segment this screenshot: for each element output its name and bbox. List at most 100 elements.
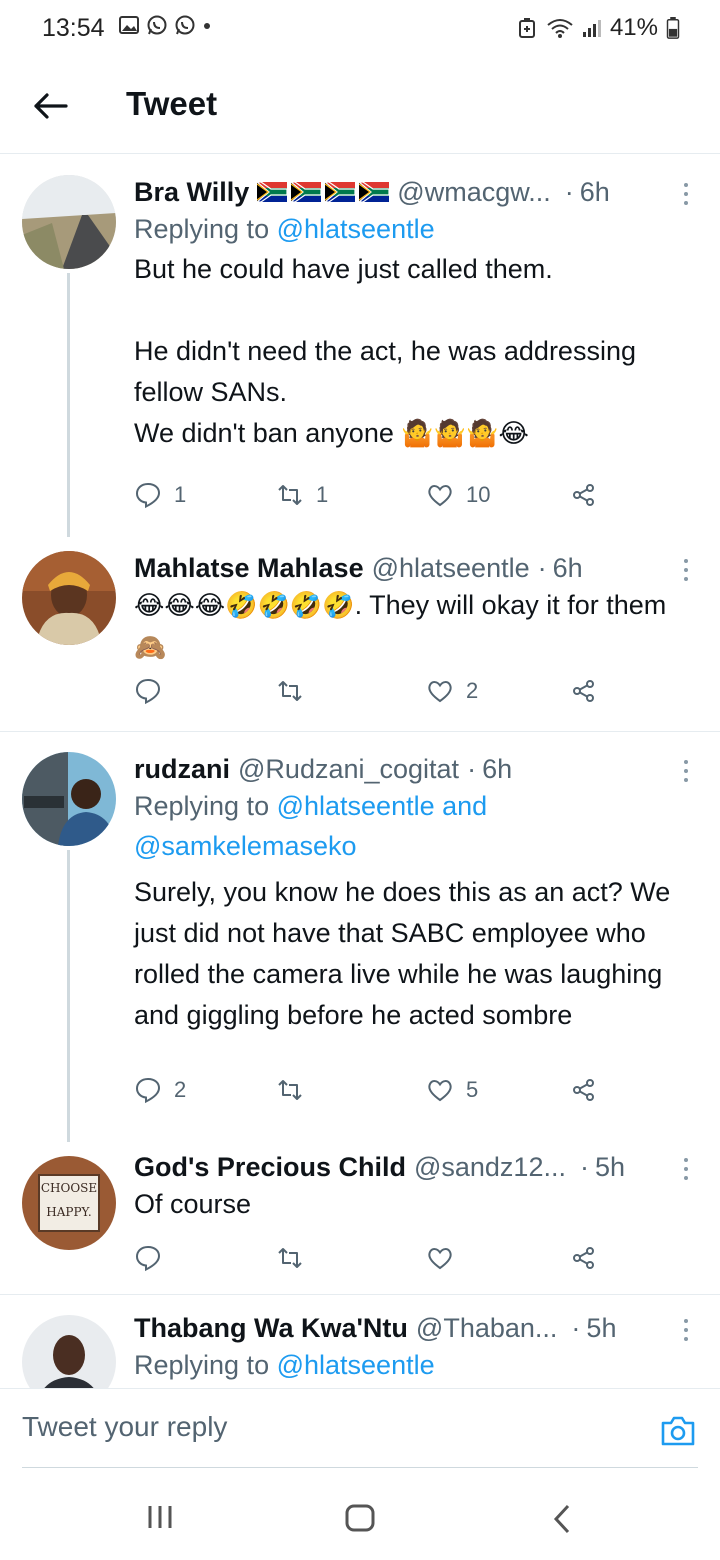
reply-button[interactable]: 2 (134, 1070, 186, 1110)
tweet-body: Mahlatse Mahlase @hlatseentle · 6h 😂😂😂🤣🤣… (134, 551, 698, 669)
home-icon[interactable] (344, 1504, 376, 1532)
retweet-button[interactable] (276, 1238, 316, 1278)
like-button[interactable] (426, 1238, 466, 1278)
reply-divider (22, 1467, 698, 1468)
display-name[interactable]: Mahlatse Mahlase (134, 551, 364, 585)
tweet-body: rudzani @Rudzani_cogitat · 6h Replying t… (134, 752, 698, 1036)
mention-link[interactable]: @hlatseentle (277, 791, 435, 821)
tweet-body: God's Precious Child @sandz12... · 5h Of… (134, 1150, 698, 1225)
share-button[interactable] (570, 475, 598, 515)
tweet-rudzani[interactable]: rudzani @Rudzani_cogitat · 6h Replying t… (0, 732, 720, 1142)
separator-dot: · (564, 177, 574, 207)
reply-input[interactable] (22, 1405, 622, 1449)
reply-composer (0, 1388, 720, 1468)
tweet-actions: 1 1 10 (134, 475, 614, 515)
like-button[interactable]: 5 (426, 1070, 478, 1110)
tweet-emoji: 🤷🤷🤷😂 (401, 419, 529, 449)
reply-count: 1 (174, 482, 187, 507)
replying-to: Replying to @hlatseentle (134, 1345, 698, 1385)
tweet-gods-precious-child[interactable]: CHOOSE HAPPY. God's Precious Child @sand… (0, 1142, 720, 1295)
whatsapp-icon (175, 15, 195, 35)
status-right: 41% (516, 14, 680, 42)
retweet-button[interactable] (276, 671, 316, 711)
display-name[interactable]: Thabang Wa Kwa'Ntu (134, 1311, 408, 1345)
like-count: 5 (466, 1077, 479, 1102)
tweet-bra-willy[interactable]: Bra Willy @wmacgw... · 6h Replying to @h… (0, 155, 720, 537)
retweet-button[interactable] (276, 1070, 316, 1110)
back-nav-icon[interactable] (552, 1504, 572, 1534)
more-options-icon[interactable] (674, 179, 698, 209)
tweet-emoji: 😂😂😂🤣🤣🤣🤣 (134, 591, 355, 621)
south-africa-flag-icon (291, 182, 322, 202)
avatar[interactable] (22, 551, 116, 645)
recent-apps-icon[interactable] (146, 1504, 174, 1530)
retweet-icon (278, 1080, 302, 1100)
tweet-header: Bra Willy @wmacgw... · 6h (134, 175, 698, 209)
share-button[interactable] (570, 1070, 598, 1110)
display-name[interactable]: God's Precious Child (134, 1150, 406, 1184)
back-arrow-icon[interactable] (30, 86, 70, 126)
south-africa-flag-icon (359, 182, 390, 202)
retweet-button[interactable]: 1 (276, 475, 328, 515)
replying-label: Replying to (134, 1350, 277, 1380)
signal-icon (582, 20, 601, 37)
reply-button[interactable]: 1 (134, 475, 186, 515)
share-button[interactable] (570, 1238, 598, 1278)
heart-icon (428, 1248, 452, 1270)
handle: @sandz12... (413, 1152, 566, 1182)
mention-link[interactable]: @hlatseentle (277, 214, 435, 244)
tweet-header: Thabang Wa Kwa'Ntu @Thaban... · 5h (134, 1311, 698, 1345)
timestamp: 6h (552, 553, 583, 583)
more-options-icon[interactable] (674, 756, 698, 786)
tweet-mahlatse-mahlase[interactable]: Mahlatse Mahlase @hlatseentle · 6h 😂😂😂🤣🤣… (0, 537, 720, 732)
avatar[interactable] (22, 175, 116, 269)
camera-icon[interactable] (660, 1415, 696, 1447)
more-options-icon[interactable] (674, 1154, 698, 1184)
wifi-icon (547, 19, 573, 38)
dot-icon (204, 23, 210, 29)
display-name[interactable]: rudzani (134, 752, 230, 786)
tweet-body: Thabang Wa Kwa'Ntu @Thaban... · 5h Reply… (134, 1311, 698, 1385)
like-button[interactable]: 2 (426, 671, 478, 711)
tweet-text-main: . They will okay it for them (354, 590, 674, 620)
reply-count: 2 (174, 1077, 187, 1102)
retweet-icon (278, 485, 302, 505)
tweet-header: God's Precious Child @sandz12... · 5h (134, 1150, 698, 1184)
mention-link[interactable]: @hlatseentle (277, 1350, 435, 1380)
reply-icon (135, 678, 161, 705)
avatar[interactable]: CHOOSE HAPPY. (22, 1156, 116, 1250)
timestamp: 5h (594, 1152, 626, 1182)
whatsapp-icon (147, 15, 167, 35)
share-icon (573, 680, 594, 702)
timestamp: 6h (579, 177, 610, 207)
thread-line (67, 273, 70, 537)
tweet-thabang-wa-kwantu[interactable]: Thabang Wa Kwa'Ntu @Thaban... · 5h Reply… (0, 1295, 720, 1388)
handle: @Thaban... (415, 1313, 558, 1343)
reply-icon (135, 1077, 161, 1104)
south-africa-flags (253, 182, 390, 202)
mention-link-2[interactable]: @samkelemaseko (134, 831, 357, 861)
tweet-text: 😂😂😂🤣🤣🤣🤣. They will okay it for them 🙈 (134, 585, 698, 669)
replying-label: Replying to (134, 791, 277, 821)
display-name[interactable]: Bra Willy (134, 175, 249, 209)
replying-to: Replying to @hlatseentle and @samkelemase… (134, 786, 698, 866)
retweet-icon (278, 681, 302, 701)
heart-icon (428, 485, 452, 507)
avatar[interactable] (22, 1315, 116, 1388)
retweet-count: 1 (316, 482, 329, 507)
reply-button[interactable] (134, 671, 174, 711)
battery-icon (666, 17, 680, 39)
like-button[interactable]: 10 (426, 475, 490, 515)
page-title: Tweet (126, 85, 218, 122)
avatar[interactable] (22, 752, 116, 846)
share-icon (573, 1247, 594, 1269)
tweet-header: rudzani @Rudzani_cogitat · 6h (134, 752, 698, 786)
more-options-icon[interactable] (674, 1315, 698, 1345)
more-options-icon[interactable] (674, 555, 698, 585)
replies-feed[interactable]: Bra Willy @wmacgw... · 6h Replying to @h… (0, 155, 720, 1388)
separator-dot: · (467, 754, 477, 784)
share-icon (573, 484, 594, 506)
timestamp: 5h (586, 1313, 617, 1343)
reply-button[interactable] (134, 1238, 174, 1278)
share-button[interactable] (570, 671, 598, 711)
